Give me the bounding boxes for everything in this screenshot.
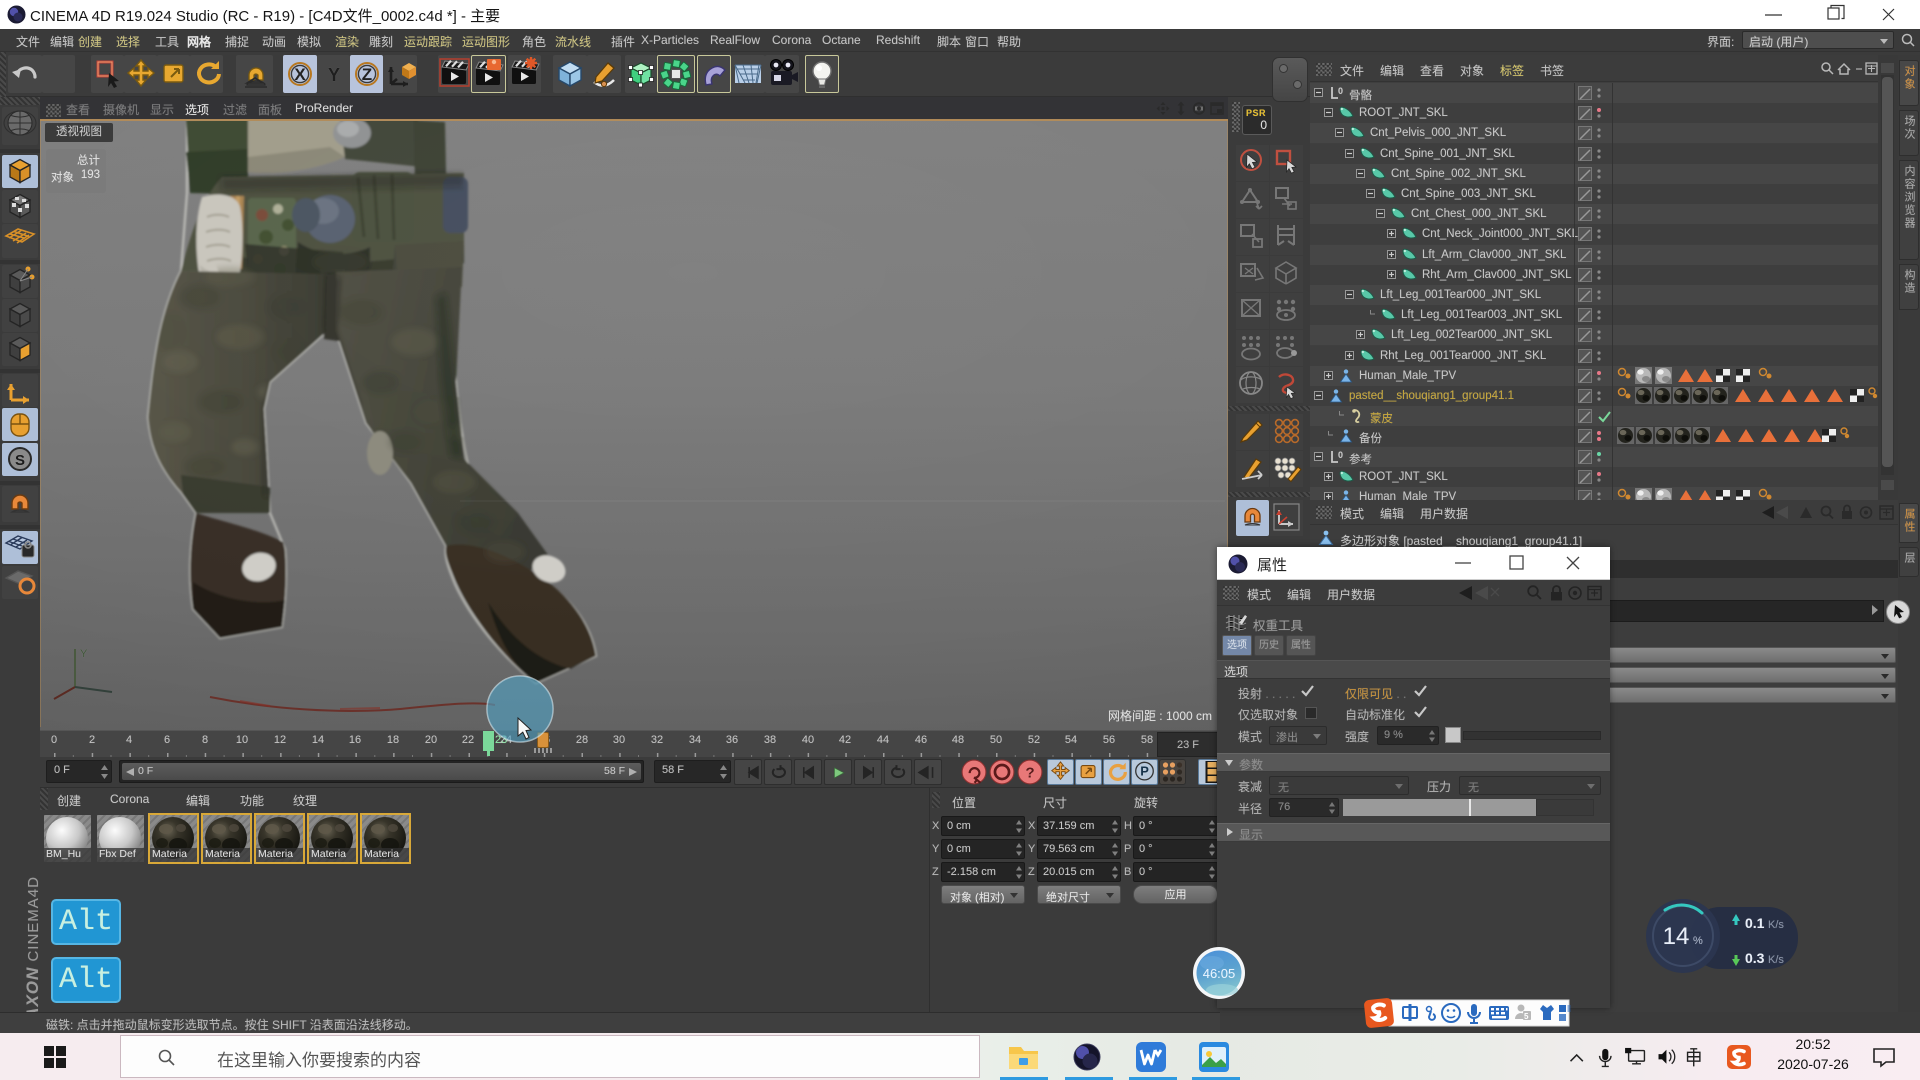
svg-text:?: ? [1025,764,1034,781]
svg-text:%: % [1693,935,1703,947]
svg-text:Y: Y [327,65,339,85]
svg-text:Y: Y [80,648,88,660]
svg-text:0: 0 [1338,86,1343,96]
svg-text:X: X [294,65,306,84]
svg-text:0.1: 0.1 [1745,915,1765,931]
svg-text:P: P [1140,764,1149,779]
svg-text:5: 5 [1524,1012,1529,1021]
svg-text:46:05: 46:05 [1203,966,1236,981]
svg-text:0.3: 0.3 [1745,950,1765,966]
svg-text:14: 14 [1663,923,1690,950]
svg-text:S: S [15,452,25,469]
svg-text:K/s: K/s [1768,919,1784,931]
svg-text:0: 0 [1338,450,1343,460]
svg-text:Z: Z [361,65,371,84]
svg-text:K/s: K/s [1768,954,1784,966]
